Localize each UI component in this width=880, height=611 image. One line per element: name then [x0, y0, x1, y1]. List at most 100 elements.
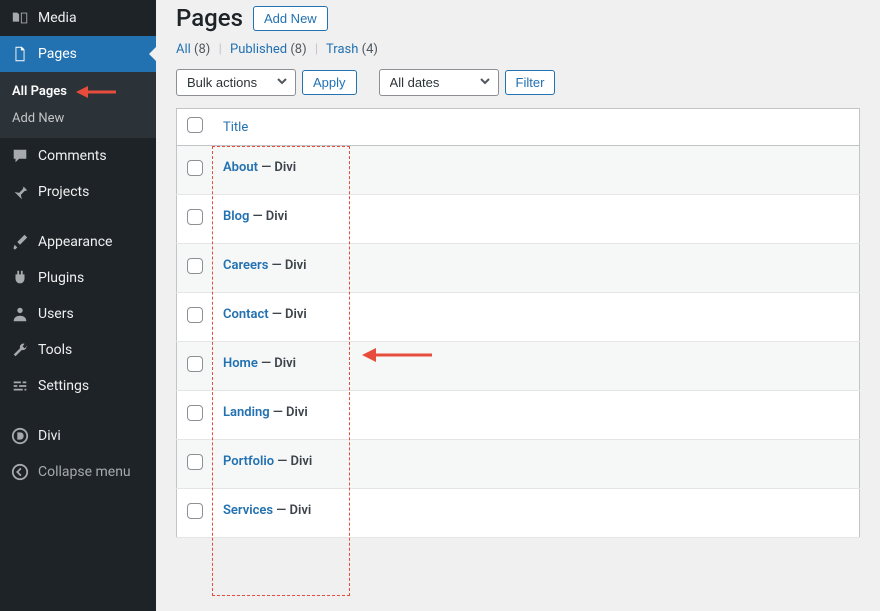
sidebar-item-tools[interactable]: Tools	[0, 332, 156, 368]
row-title-cell: Careers — Divi	[213, 244, 860, 293]
row-checkbox[interactable]	[187, 258, 203, 274]
sidebar-label: Settings	[38, 378, 89, 394]
sidebar-item-media[interactable]: Media	[0, 0, 156, 36]
sidebar-label: Pages	[38, 46, 77, 62]
sidebar-label: Tools	[38, 342, 72, 358]
main-content: Pages Add New All (8) | Published (8) | …	[156, 0, 880, 611]
row-checkbox[interactable]	[187, 160, 203, 176]
row-title-link[interactable]: Portfolio	[223, 454, 274, 469]
row-checkbox-cell	[177, 391, 214, 440]
row-title-link[interactable]: Careers	[223, 258, 268, 273]
sidebar-item-settings[interactable]: Settings	[0, 368, 156, 404]
row-builder-suffix: — Divi	[249, 209, 287, 224]
select-all-header	[177, 109, 214, 146]
row-checkbox-cell	[177, 146, 214, 195]
row-checkbox-cell	[177, 244, 214, 293]
row-title-cell: Landing — Divi	[213, 391, 860, 440]
table-row: Landing — Divi	[177, 391, 860, 440]
row-builder-suffix: — Divi	[273, 503, 311, 518]
row-title-link[interactable]: Home	[223, 356, 258, 371]
view-trash-link[interactable]: Trash	[326, 42, 358, 57]
row-checkbox-cell	[177, 195, 214, 244]
row-title-cell: Contact — Divi	[213, 293, 860, 342]
collapse-icon	[10, 462, 30, 482]
sidebar-sub-add-new[interactable]: Add New	[0, 105, 156, 132]
sidebar-label: Users	[38, 306, 74, 322]
comment-icon	[10, 146, 30, 166]
row-checkbox-cell	[177, 342, 214, 391]
date-filter-select[interactable]: All dates	[379, 69, 499, 96]
row-title-link[interactable]: About	[223, 160, 258, 175]
brush-icon	[10, 232, 30, 252]
column-title-link[interactable]: Title	[223, 120, 248, 135]
bulk-actions-select[interactable]: Bulk actions	[176, 69, 296, 96]
view-all-link[interactable]: All	[176, 42, 191, 57]
sidebar-item-users[interactable]: Users	[0, 296, 156, 332]
sidebar-label: Comments	[38, 148, 107, 164]
view-filters: All (8) | Published (8) | Trash (4)	[176, 42, 860, 57]
row-builder-suffix: — Divi	[269, 307, 307, 322]
row-builder-suffix: — Divi	[274, 454, 312, 469]
view-all-count: (8)	[194, 42, 210, 57]
admin-sidebar: Media Pages All Pages Add New Comments P…	[0, 0, 156, 611]
row-checkbox[interactable]	[187, 405, 203, 421]
row-title-cell: Services — Divi	[213, 489, 860, 538]
sidebar-item-pages[interactable]: Pages	[0, 36, 156, 72]
view-published-count: (8)	[290, 42, 306, 57]
sidebar-label: Plugins	[38, 270, 84, 286]
row-title-link[interactable]: Services	[223, 503, 273, 518]
wrench-icon	[10, 340, 30, 360]
row-checkbox-cell	[177, 489, 214, 538]
column-header-title[interactable]: Title	[213, 109, 860, 146]
sidebar-item-projects[interactable]: Projects	[0, 174, 156, 210]
pages-icon	[10, 44, 30, 64]
row-title-cell: Portfolio — Divi	[213, 440, 860, 489]
table-row: Blog — Divi	[177, 195, 860, 244]
select-all-checkbox[interactable]	[187, 117, 203, 133]
sidebar-item-divi[interactable]: Divi	[0, 418, 156, 454]
table-row: About — Divi	[177, 146, 860, 195]
row-checkbox[interactable]	[187, 209, 203, 225]
bulk-toolbar: Bulk actions Apply All dates Filter	[176, 69, 860, 96]
sliders-icon	[10, 376, 30, 396]
sidebar-item-plugins[interactable]: Plugins	[0, 260, 156, 296]
row-checkbox-cell	[177, 293, 214, 342]
row-builder-suffix: — Divi	[258, 356, 296, 371]
sidebar-label: Divi	[38, 428, 61, 444]
divi-icon	[10, 426, 30, 446]
add-new-button[interactable]: Add New	[253, 6, 328, 31]
sidebar-label: Collapse menu	[38, 464, 131, 480]
sidebar-label: Projects	[38, 184, 89, 200]
table-row: Portfolio — Divi	[177, 440, 860, 489]
table-row: Careers — Divi	[177, 244, 860, 293]
row-checkbox[interactable]	[187, 356, 203, 372]
sidebar-item-collapse[interactable]: Collapse menu	[0, 454, 156, 490]
sidebar-label: Media	[38, 10, 77, 26]
row-title-link[interactable]: Blog	[223, 209, 249, 224]
pin-icon	[10, 182, 30, 202]
table-row: Contact — Divi	[177, 293, 860, 342]
row-checkbox-cell	[177, 440, 214, 489]
media-icon	[10, 8, 30, 28]
row-checkbox[interactable]	[187, 307, 203, 323]
row-checkbox[interactable]	[187, 454, 203, 470]
row-title-cell: About — Divi	[213, 146, 860, 195]
sidebar-sub-all-pages[interactable]: All Pages	[0, 78, 156, 105]
sidebar-item-appearance[interactable]: Appearance	[0, 224, 156, 260]
filter-button[interactable]: Filter	[505, 70, 556, 95]
row-title-cell: Blog — Divi	[213, 195, 860, 244]
row-title-link[interactable]: Contact	[223, 307, 269, 322]
view-published-link[interactable]: Published	[230, 42, 287, 57]
sidebar-submenu-pages: All Pages Add New	[0, 72, 156, 138]
view-trash-count: (4)	[362, 42, 378, 57]
apply-button[interactable]: Apply	[302, 70, 357, 95]
row-builder-suffix: — Divi	[268, 258, 306, 273]
separator: |	[214, 42, 227, 57]
row-checkbox[interactable]	[187, 503, 203, 519]
sidebar-item-comments[interactable]: Comments	[0, 138, 156, 174]
row-title-link[interactable]: Landing	[223, 405, 270, 420]
row-builder-suffix: — Divi	[270, 405, 308, 420]
plug-icon	[10, 268, 30, 288]
row-builder-suffix: — Divi	[258, 160, 296, 175]
table-row: Services — Divi	[177, 489, 860, 538]
